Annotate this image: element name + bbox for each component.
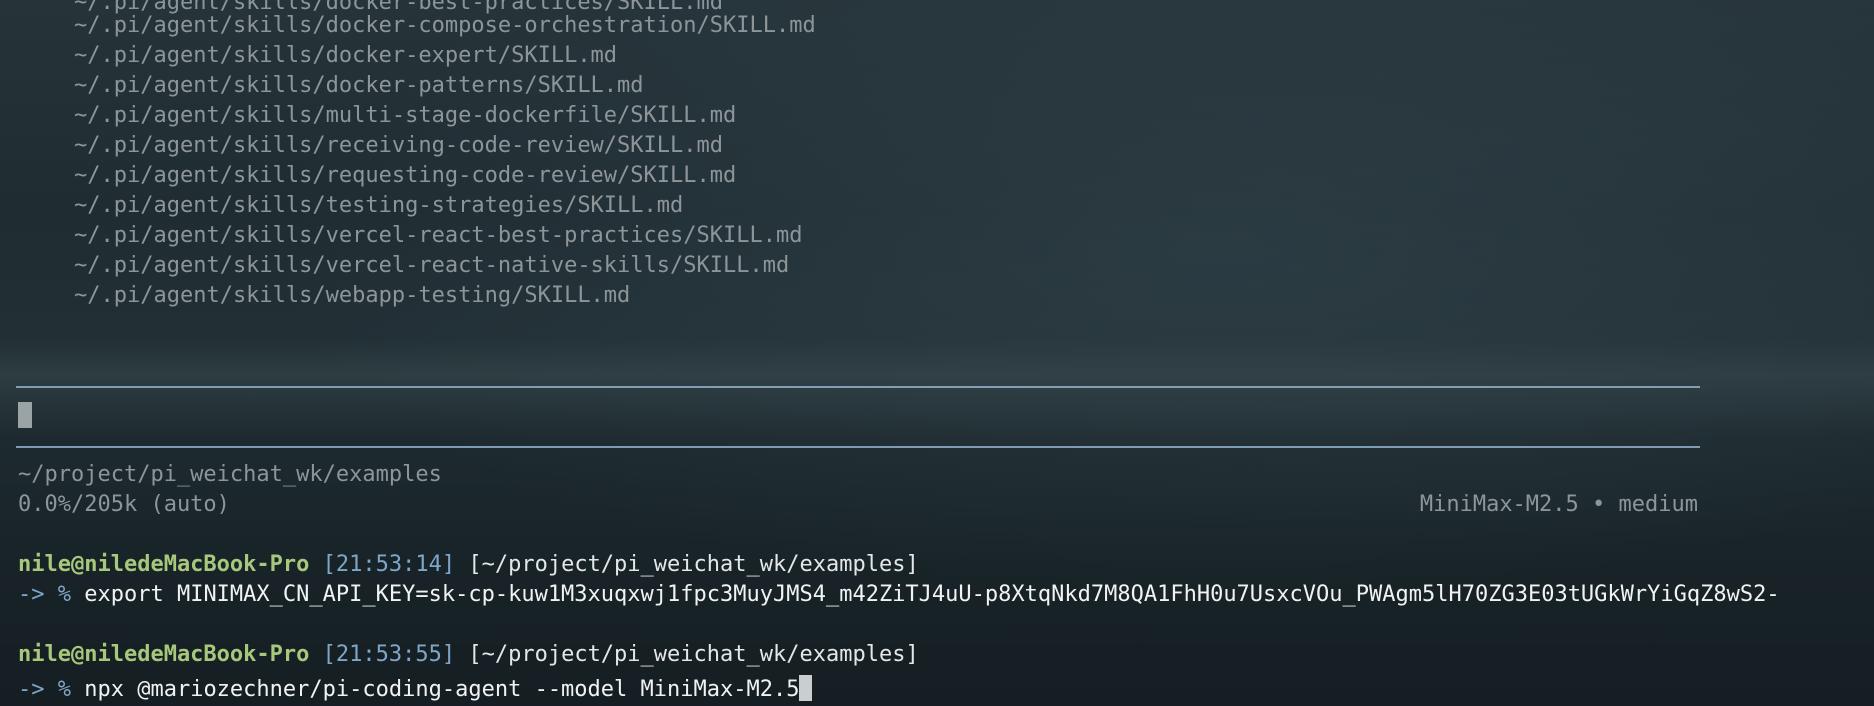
skill-path: ~/.pi/agent/skills/testing-strategies/SK… (74, 193, 684, 218)
skill-path: ~/.pi/agent/skills/webapp-testing/SKILL.… (74, 283, 631, 308)
shell-command-line[interactable]: -> % npx @mariozechner/pi-coding-agent -… (18, 670, 813, 702)
skill-path: ~/.pi/agent/skills/vercel-react-best-pra… (74, 223, 803, 248)
terminal-window[interactable]: ~/.pi/agent/skills/docker-best-practices… (0, 0, 1874, 706)
input-cursor (18, 402, 32, 428)
prompt-user: nile@niledeMacBook-Pro (18, 552, 310, 577)
skill-path: ~/.pi/agent/skills/receiving-code-review… (74, 133, 724, 158)
prompt-arrow: -> % (18, 582, 71, 607)
prompt-user: nile@niledeMacBook-Pro (18, 642, 310, 667)
prompt-path: [~/project/pi_weichat_wk/examples] (468, 642, 919, 667)
shell-command-line: -> % export MINIMAX_CN_API_KEY=sk-cp-kuw… (18, 580, 1780, 610)
shell-command: npx @mariozechner/pi-coding-agent --mode… (84, 677, 800, 702)
skill-path: ~/.pi/agent/skills/docker-compose-orches… (74, 13, 816, 38)
skill-path: ~/.pi/agent/skills/vercel-react-native-s… (74, 253, 790, 278)
input-bottom-rule (16, 446, 1700, 448)
context-usage: 0.0%/205k (auto) (18, 492, 230, 517)
input-top-rule (16, 386, 1700, 388)
skill-path: ~/.pi/agent/skills/requesting-code-revie… (74, 163, 737, 188)
skill-path: ~/.pi/agent/skills/docker-patterns/SKILL… (74, 73, 644, 98)
prompt-time: [21:53:55] (322, 642, 456, 667)
terminal-cursor (799, 675, 813, 701)
shell-prompt-line: nile@niledeMacBook-Pro [21:53:55] [~/pro… (18, 640, 919, 670)
prompt-path: [~/project/pi_weichat_wk/examples] (468, 552, 919, 577)
prompt-input[interactable] (18, 402, 1698, 430)
prompt-time: [21:53:14] (322, 552, 456, 577)
skill-path: ~/.pi/agent/skills/docker-expert/SKILL.m… (74, 43, 618, 68)
skill-path: ~/.pi/agent/skills/multi-stage-dockerfil… (74, 103, 737, 128)
shell-prompt-line: nile@niledeMacBook-Pro [21:53:14] [~/pro… (18, 550, 919, 580)
prompt-arrow: -> % (18, 677, 71, 702)
shell-command: export MINIMAX_CN_API_KEY=sk-cp-kuw1M3xu… (84, 582, 1780, 607)
working-directory: ~/project/pi_weichat_wk/examples (18, 462, 442, 487)
model-status: MiniMax-M2.5 • medium (1419, 492, 1698, 517)
